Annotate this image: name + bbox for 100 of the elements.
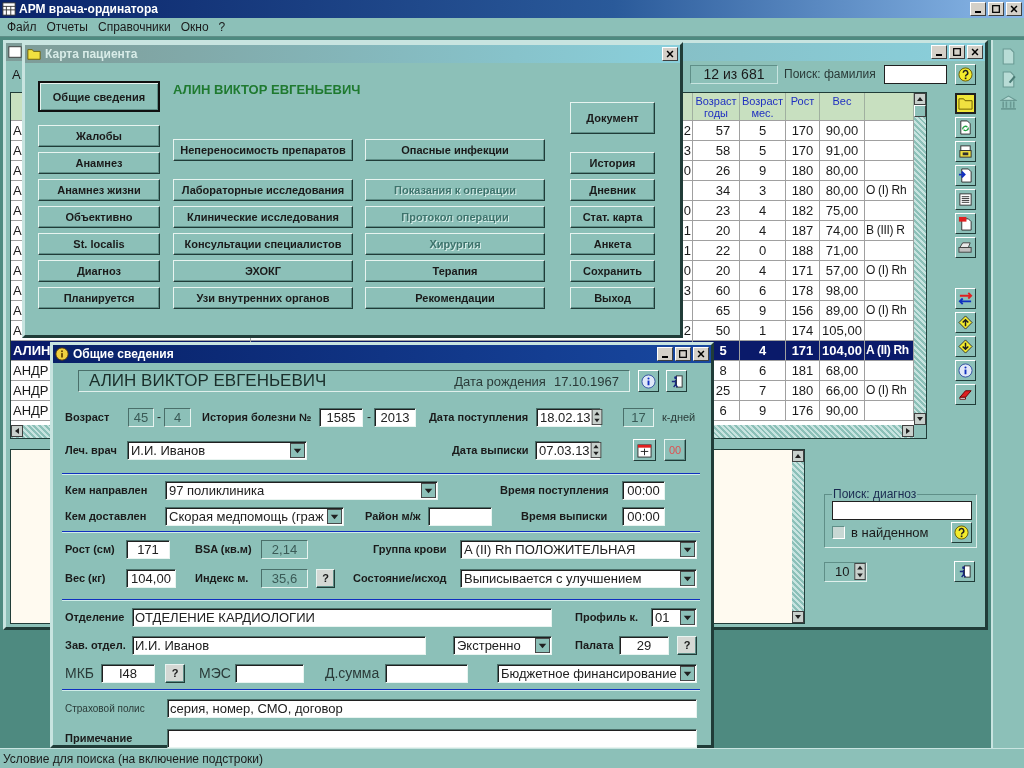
exit-button[interactable] <box>954 561 975 582</box>
checkbox[interactable] <box>832 526 845 539</box>
maximize-button[interactable] <box>949 45 965 59</box>
search-field[interactable] <box>832 501 972 520</box>
minimize-button[interactable] <box>970 2 986 16</box>
swap-button[interactable] <box>955 288 976 309</box>
import-button[interactable] <box>955 165 976 186</box>
folder-button[interactable] <box>955 93 976 114</box>
menu-item[interactable]: Отчеты <box>41 20 93 34</box>
text-field[interactable]: 171 <box>126 539 170 559</box>
dropdown-field[interactable]: И.И. Иванов <box>127 440 307 460</box>
scrollbar[interactable] <box>914 93 926 425</box>
close-button[interactable] <box>662 47 678 61</box>
text-field[interactable]: серия, номер, СМО, договор <box>167 698 697 718</box>
dropdown-field[interactable]: 01 <box>651 607 697 627</box>
menu-item[interactable]: Окно <box>175 20 214 34</box>
close-button[interactable] <box>693 347 709 361</box>
text-field[interactable] <box>167 728 697 748</box>
minimize-button[interactable] <box>931 45 947 59</box>
menu-button[interactable]: Опасные инфекции <box>365 139 545 161</box>
table-cell: 22 <box>693 241 740 260</box>
menu-button[interactable]: Стат. карта <box>570 206 655 228</box>
date-field[interactable]: 07.03.13 <box>535 440 600 460</box>
menu-button[interactable]: Диагноз <box>38 260 160 282</box>
text-field[interactable]: 1585 <box>319 407 363 427</box>
menu-button[interactable]: Узи внутренних органов <box>173 287 353 309</box>
move-down-button[interactable] <box>955 336 976 357</box>
menu-button[interactable]: Консультации специалистов <box>173 233 353 255</box>
window-title: Общие сведения <box>73 347 174 361</box>
menu-button[interactable]: Планируется <box>38 287 160 309</box>
text-field[interactable]: 00:00 <box>622 480 665 500</box>
calendar-button[interactable] <box>633 439 656 461</box>
dropdown-field[interactable]: 97 поликлиника <box>165 480 438 500</box>
help-button[interactable]: ? <box>165 663 185 683</box>
date-field[interactable]: 18.02.13 <box>536 407 601 427</box>
menu-button[interactable]: ЭХОКГ <box>173 260 353 282</box>
info-button[interactable] <box>955 360 976 381</box>
eraser-button[interactable] <box>955 384 976 405</box>
dropdown-field[interactable]: Скорая медпомощь (граж <box>165 506 344 526</box>
menu-button[interactable]: Документ <box>570 102 655 134</box>
close-button[interactable] <box>1006 2 1022 16</box>
maximize-button[interactable] <box>675 347 691 361</box>
text-field[interactable]: I48 <box>101 663 155 683</box>
text-field[interactable]: 35,6 <box>261 568 308 588</box>
menu-button[interactable]: История <box>570 152 655 174</box>
menu-button[interactable]: Терапия <box>365 260 545 282</box>
menu-button[interactable]: Анамнез жизни <box>38 179 160 201</box>
document-button[interactable] <box>955 117 976 138</box>
menu-item[interactable]: Справочники <box>93 20 176 34</box>
text-field[interactable] <box>428 506 492 526</box>
menu-button[interactable]: St. localis <box>38 233 160 255</box>
menu-button[interactable]: Анкета <box>570 233 655 255</box>
text-field[interactable]: 45 <box>128 407 154 427</box>
text-field[interactable]: 29 <box>619 635 669 655</box>
menu-button[interactable]: Клинические исследования <box>173 206 353 228</box>
menu-button[interactable]: Общие сведения <box>38 81 160 112</box>
help-button[interactable]: ? <box>677 635 697 655</box>
help-button[interactable] <box>955 63 976 85</box>
text-field[interactable]: 104,00 <box>126 568 176 588</box>
maximize-button[interactable] <box>988 2 1004 16</box>
dropdown-field[interactable]: Бюджетное финансирование <box>497 663 697 683</box>
scrollbar[interactable] <box>792 450 804 623</box>
list-button[interactable] <box>955 189 976 210</box>
text-field[interactable]: 4 <box>164 407 191 427</box>
dropdown-field[interactable]: Экстренно <box>453 635 552 655</box>
menu-button[interactable]: Жалобы <box>38 125 160 147</box>
menu-button[interactable]: Анамнез <box>38 152 160 174</box>
menu-button[interactable]: Лабораторные исследования <box>173 179 353 201</box>
document-button[interactable] <box>955 213 976 234</box>
menu-button[interactable]: Дневник <box>570 179 655 201</box>
info-button[interactable] <box>638 370 659 392</box>
scroll-thumb[interactable] <box>914 105 926 117</box>
dropdown-field[interactable]: A (II) Rh ПОЛОЖИТЕЛЬНАЯ <box>460 539 697 559</box>
move-up-button[interactable] <box>955 312 976 333</box>
text-field[interactable] <box>235 663 304 683</box>
text-field[interactable]: 2,14 <box>261 539 308 559</box>
number-spinner[interactable]: 10 <box>824 561 867 582</box>
device-button[interactable] <box>955 141 976 162</box>
menu-button[interactable]: Объективно <box>38 206 160 228</box>
menu-item[interactable]: ? <box>213 20 231 34</box>
print-button[interactable] <box>955 237 976 258</box>
text-field[interactable]: И.И. Иванов <box>132 635 426 655</box>
text-field[interactable]: 2013 <box>374 407 416 427</box>
menu-button[interactable]: Непереносимость препаратов <box>173 139 353 161</box>
document-arrows-icon <box>958 120 973 135</box>
exit-button[interactable] <box>666 370 687 392</box>
minimize-button[interactable] <box>657 347 673 361</box>
text-field[interactable]: 00:00 <box>622 506 665 526</box>
text-field[interactable]: ОТДЕЛЕНИЕ КАРДИОЛОГИИ <box>132 607 552 627</box>
menu-button[interactable]: Рекомендации <box>365 287 545 309</box>
help-button[interactable] <box>951 522 972 543</box>
menu-button[interactable]: Сохранить <box>570 260 655 282</box>
dropdown-field[interactable]: Выписывается с улучшением <box>460 568 697 588</box>
help-button[interactable]: ? <box>316 568 335 588</box>
menu-button[interactable]: Выход <box>570 287 655 309</box>
menu-item[interactable]: Файл <box>2 20 42 34</box>
search-field[interactable] <box>884 64 947 84</box>
text-field[interactable]: 17 <box>623 407 654 427</box>
text-field[interactable] <box>385 663 468 683</box>
close-button[interactable] <box>967 45 983 59</box>
